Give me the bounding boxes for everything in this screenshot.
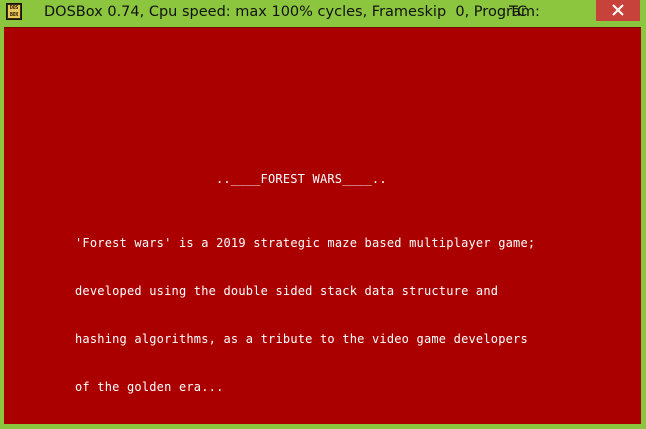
icon-base-label: BOX — [8, 12, 20, 18]
dos-screen[interactable]: ..____FOREST WARS____.. 'Forest wars' is… — [4, 27, 641, 424]
window-title: DOSBox 0.74, Cpu speed: max 100% cycles,… — [44, 4, 540, 20]
close-button[interactable] — [596, 0, 640, 21]
icon-lid-label: DOS — [8, 5, 20, 12]
dosbox-window: DOS BOX DOSBox 0.74, Cpu speed: max 100%… — [0, 0, 646, 429]
description-line: of the golden era... — [75, 380, 224, 394]
description-line: hashing algorithms, as a tribute to the … — [75, 332, 528, 346]
dosbox-icon[interactable]: DOS BOX — [6, 3, 22, 20]
game-title-heading: ..____FOREST WARS____.. — [216, 172, 387, 186]
title-bar[interactable]: DOS BOX DOSBox 0.74, Cpu speed: max 100%… — [0, 0, 646, 25]
game-description: 'Forest wars' is a 2019 strategic maze b… — [75, 203, 535, 427]
description-line: 'Forest wars' is a 2019 strategic maze b… — [75, 236, 536, 250]
close-icon — [596, 0, 640, 21]
description-line: developed using the double sided stack d… — [75, 284, 499, 298]
program-name: TC — [509, 4, 528, 20]
